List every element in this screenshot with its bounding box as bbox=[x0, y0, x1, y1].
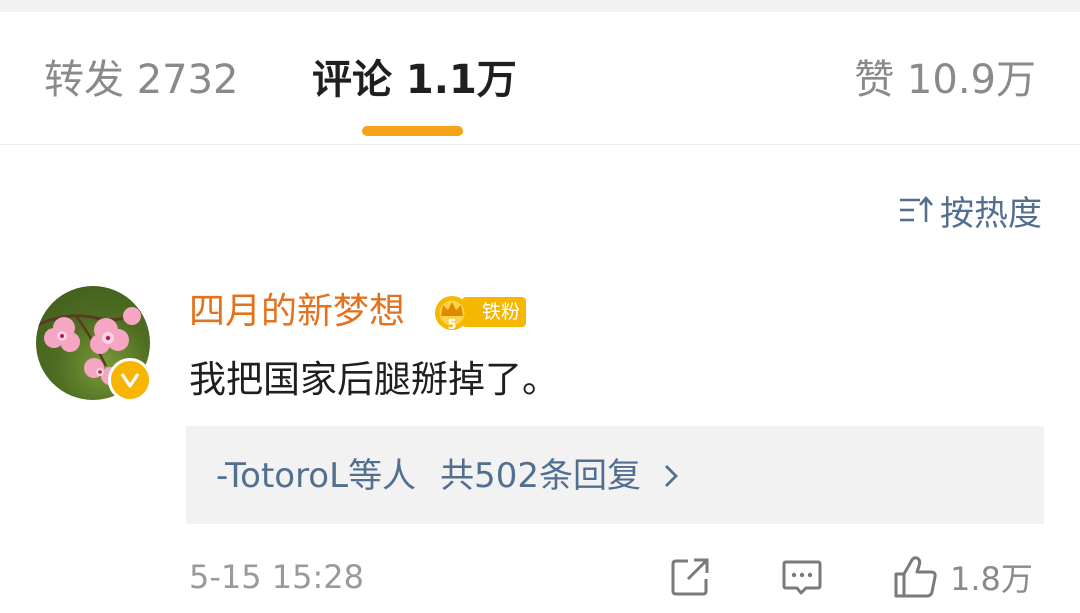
thumbs-up-icon bbox=[894, 556, 937, 598]
tab-likes[interactable]: 赞 10.9万 bbox=[854, 56, 1036, 104]
share-button[interactable] bbox=[668, 554, 712, 600]
fan-level: 5 bbox=[447, 318, 456, 332]
chevron-right-icon bbox=[664, 465, 678, 487]
active-tab-indicator bbox=[362, 126, 463, 136]
tab-repost[interactable]: 转发 2732 bbox=[44, 56, 239, 104]
comment-username[interactable]: 四月的新梦想 bbox=[189, 290, 405, 334]
top-strip bbox=[0, 0, 1080, 12]
sort-by-hot-button[interactable]: 按热度 bbox=[898, 188, 1042, 234]
comment-text: 我把国家后腿掰掉了。 bbox=[189, 358, 559, 401]
like-button[interactable]: 1.8万 bbox=[892, 554, 1033, 600]
reply-count[interactable]: 共502条回复 bbox=[440, 455, 641, 497]
reply-button[interactable] bbox=[780, 554, 824, 600]
reply-users[interactable]: -TotoroL bbox=[216, 455, 348, 497]
comment-time: 5-15 15:28 bbox=[189, 558, 365, 596]
share-icon bbox=[671, 558, 709, 596]
tab-bar: 转发 2732 评论 1.1万 赞 10.9万 bbox=[0, 12, 1080, 145]
comment-icon bbox=[782, 560, 822, 595]
crown-icon: 5 bbox=[435, 296, 469, 332]
verified-badge-icon bbox=[108, 358, 152, 402]
sort-icon bbox=[898, 195, 934, 225]
reply-suffix: 等人 bbox=[348, 456, 417, 496]
sort-label: 按热度 bbox=[940, 193, 1042, 234]
tab-comments[interactable]: 评论 1.1万 bbox=[312, 56, 517, 104]
like-count: 1.8万 bbox=[950, 560, 1033, 598]
replies-preview[interactable]: -TotoroL 等人 共502条回复 bbox=[186, 426, 1044, 524]
fan-badge[interactable]: 铁粉 5 bbox=[432, 292, 526, 332]
